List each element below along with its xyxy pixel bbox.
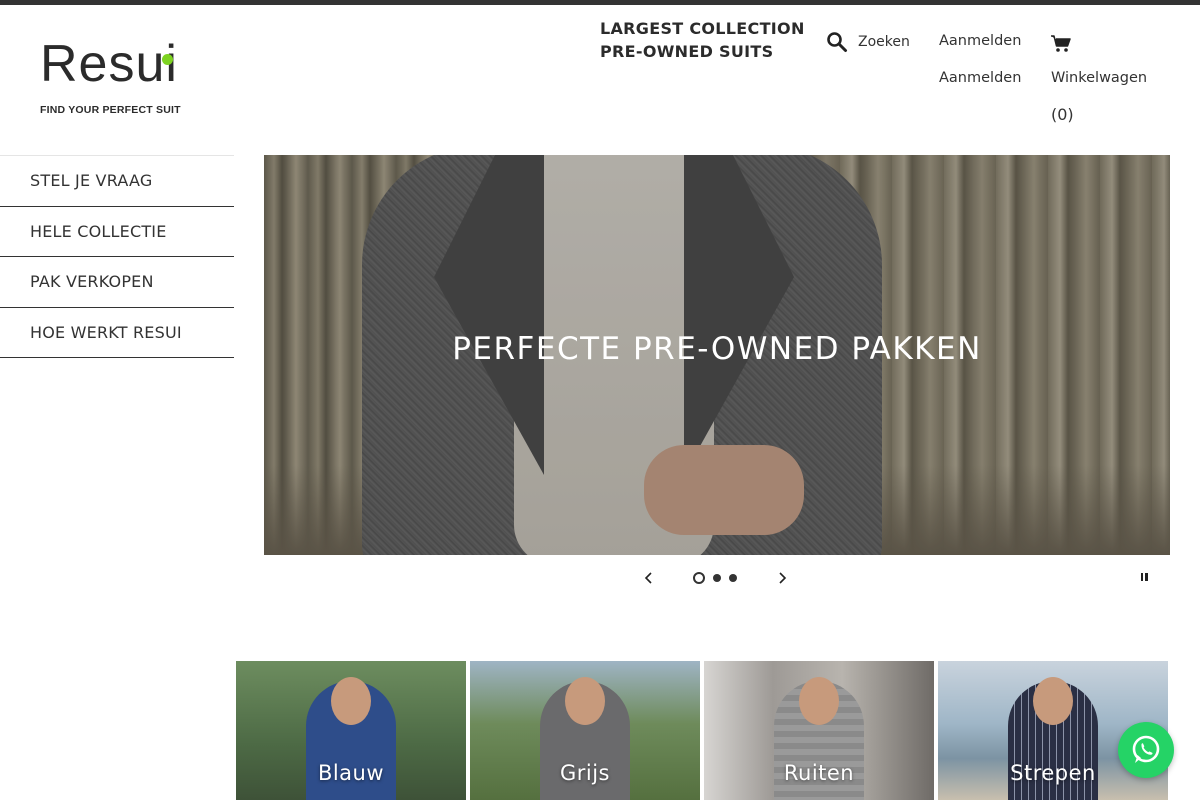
slideshow-controls [640, 566, 790, 590]
cart-link[interactable]: Winkelwagen [1051, 70, 1147, 86]
slide-dot-1[interactable] [693, 572, 705, 584]
collection-grid: Blauw Grijs Ruiten Strepen [236, 661, 1170, 800]
collection-label: Blauw [317, 761, 385, 785]
previous-slide-button[interactable] [640, 566, 657, 590]
sidebar-nav: STEL JE VRAAG HELE COLLECTIE PAK VERKOPE… [0, 155, 234, 358]
cart-count[interactable]: (0) [1051, 105, 1074, 124]
pause-icon [1140, 573, 1143, 581]
whatsapp-icon [1132, 735, 1160, 763]
collection-label: Grijs [559, 761, 611, 785]
search-icon [826, 31, 848, 53]
logo-wordmark: Resui [40, 35, 178, 93]
sidebar-item-hoe-werkt-resui[interactable]: HOE WERKT RESUI [0, 308, 234, 358]
collection-tile-grijs[interactable]: Grijs [470, 661, 700, 800]
hero-slide[interactable]: PERFECTE PRE-OWNED PAKKEN [264, 155, 1170, 555]
tile-face [1033, 677, 1073, 725]
pause-icon-bar [1145, 573, 1148, 581]
logo-tagline: FIND YOUR PERFECT SUIT [40, 104, 181, 116]
chevron-left-icon [644, 572, 652, 584]
sidebar-item-stel-je-vraag[interactable]: STEL JE VRAAG [0, 156, 234, 207]
collection-tile-ruiten[interactable]: Ruiten [704, 661, 934, 800]
login-link[interactable]: Aanmelden [939, 33, 1021, 49]
logo-dot [162, 54, 173, 65]
cart-icon[interactable] [1050, 33, 1072, 53]
next-slide-button[interactable] [773, 566, 790, 590]
header-promo: LARGEST COLLECTION PRE-OWNED SUITS [600, 17, 805, 63]
hero-title: PERFECTE PRE-OWNED PAKKEN [452, 331, 982, 367]
login-link-secondary[interactable]: Aanmelden [939, 70, 1021, 86]
tile-face [331, 677, 371, 725]
tile-face [799, 677, 839, 725]
collection-tile-blauw[interactable]: Blauw [236, 661, 466, 800]
collection-label: Ruiten [783, 761, 855, 785]
sidebar-item-hele-collectie[interactable]: HELE COLLECTIE [0, 207, 234, 257]
promo-line-1: LARGEST COLLECTION [600, 19, 805, 38]
brand-logo[interactable]: Resui FIND YOUR PERFECT SUIT [38, 34, 181, 120]
tile-face [565, 677, 605, 725]
slide-dot-2[interactable] [713, 574, 721, 582]
search-label: Zoeken [858, 34, 910, 50]
slide-dot-3[interactable] [729, 574, 737, 582]
whatsapp-button[interactable] [1118, 722, 1174, 778]
slide-dots [693, 572, 737, 584]
sidebar-item-pak-verkopen[interactable]: PAK VERKOPEN [0, 257, 234, 308]
pause-slideshow-button[interactable] [1136, 568, 1152, 586]
promo-line-2: PRE-OWNED SUITS [600, 42, 774, 61]
chevron-right-icon [778, 572, 786, 584]
top-accent-bar [0, 0, 1200, 5]
search-button[interactable]: Zoeken [826, 30, 910, 54]
